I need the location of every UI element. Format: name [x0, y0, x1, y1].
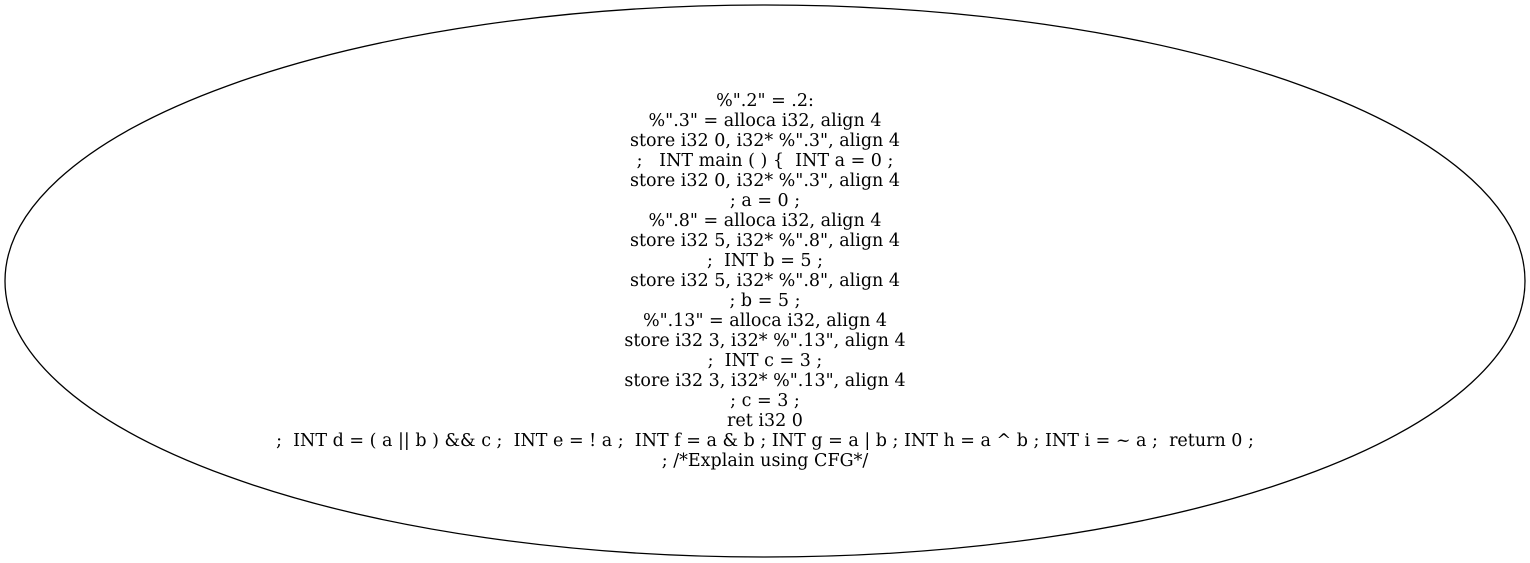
node-label-line: ; INT main ( ) { INT a = 0 ; [637, 151, 894, 171]
node-label-line: store i32 5, i32* %".8", align 4 [630, 271, 900, 291]
node-label-line: ; INT d = ( a || b ) && c ; INT e = ! a … [276, 431, 1254, 451]
node-label-line: ; a = 0 ; [730, 191, 800, 211]
node-label-line: store i32 3, i32* %".13", align 4 [624, 371, 905, 391]
node-label-line: ; INT b = 5 ; [707, 251, 823, 271]
cfg-node: %".2" = .2: %".3" = alloca i32, align 4st… [4, 4, 1526, 558]
node-label-line: %".13" = alloca i32, align 4 [643, 311, 887, 331]
node-label-line: store i32 3, i32* %".13", align 4 [624, 331, 905, 351]
node-label-line: ; /*Explain using CFG*/ [662, 451, 869, 471]
node-label-line: ; c = 3 ; [730, 391, 800, 411]
node-label-line: ; b = 5 ; [729, 291, 800, 311]
node-label-line: store i32 0, i32* %".3", align 4 [630, 131, 900, 151]
node-label-line: ; INT c = 3 ; [708, 351, 823, 371]
node-label-line: %".2" = .2: [716, 91, 814, 111]
node-label-line: store i32 0, i32* %".3", align 4 [630, 171, 900, 191]
node-label-line: store i32 5, i32* %".8", align 4 [630, 231, 900, 251]
node-label-line: %".8" = alloca i32, align 4 [649, 211, 882, 231]
node-label-line: ret i32 0 [727, 411, 803, 431]
node-label-line: %".3" = alloca i32, align 4 [649, 111, 882, 131]
cfg-diagram: %".2" = .2: %".3" = alloca i32, align 4st… [4, 4, 1526, 558]
